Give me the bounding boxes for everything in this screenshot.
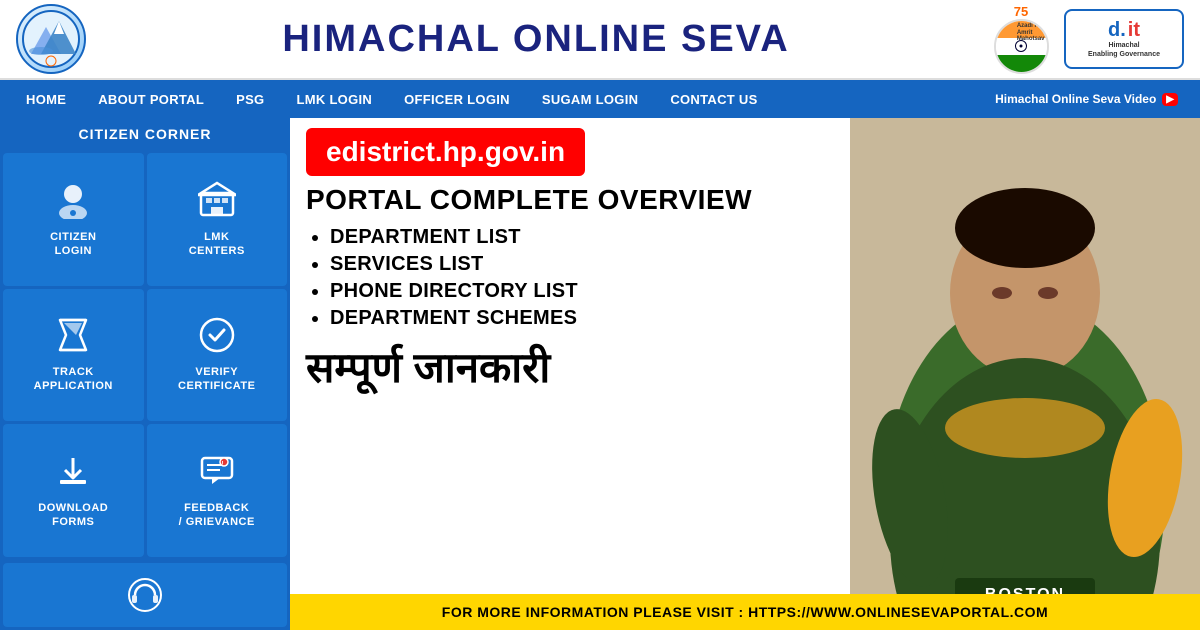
nav-home[interactable]: HOME (10, 80, 82, 118)
citizen-icon (54, 181, 92, 224)
main-content: CITIZEN CORNER CITIZENLOGIN (0, 118, 1200, 630)
track-application-label: TRACKAPPLICATION (34, 365, 113, 394)
download-forms-label: DOWNLOADFORMS (38, 501, 108, 530)
edistrict-banner[interactable]: edistrict.hp.gov.in (306, 128, 585, 176)
overview-list: DEPARTMENT LIST SERVICES LIST PHONE DIRE… (306, 226, 1184, 330)
verify-certificate-label: VERIFYCERTIFICATE (178, 365, 255, 394)
dit-logo: d. it HimachalEnabling Governance (1064, 9, 1184, 69)
track-app-icon (54, 316, 92, 359)
list-item-dept: DEPARTMENT LIST (330, 226, 1184, 249)
site-title: HIMACHAL ONLINE SEVA (86, 18, 986, 61)
sidebar-item-citizen-login[interactable]: CITIZENLOGIN (3, 153, 144, 286)
help-icon (127, 577, 163, 613)
nav-psg[interactable]: PSG (220, 80, 280, 118)
footer-banner[interactable]: FOR MORE INFORMATION PLEASE VISIT : HTTP… (290, 594, 1200, 630)
nav-lmk-login[interactable]: LMK LOGIN (280, 80, 388, 118)
youtube-icon: ▶ (1162, 93, 1178, 106)
list-item-schemes: DEPARTMENT SCHEMES (330, 307, 1184, 330)
sidebar-grid: CITIZENLOGIN LMKCENTERS (0, 150, 290, 560)
verify-cert-icon (198, 316, 236, 359)
nav-officer-login[interactable]: OFFICER LOGIN (388, 80, 526, 118)
sidebar-item-help[interactable] (3, 563, 287, 627)
nav-contact-us[interactable]: CONTACT US (654, 80, 773, 118)
list-item-phone: PHONE DIRECTORY LIST (330, 280, 1184, 303)
feedback-icon: ! (198, 452, 236, 495)
hp-logo (16, 4, 86, 74)
overview-title: PORTAL COMPLETE OVERVIEW (306, 184, 1184, 216)
nav-sugam-login[interactable]: SUGAM LOGIN (526, 80, 654, 118)
citizen-login-label: CITIZENLOGIN (50, 230, 96, 259)
download-forms-icon (54, 452, 92, 495)
sidebar: CITIZEN CORNER CITIZENLOGIN (0, 118, 290, 630)
lmk-centers-label: LMKCENTERS (189, 230, 245, 259)
hindi-sampoorna: सम्पूर्ण जानकारी (306, 338, 1184, 395)
nav-video-link[interactable]: Himachal Online Seva Video ▶ (983, 92, 1190, 106)
feedback-label: FEEDBACK/ GRIEVANCE (179, 501, 255, 530)
lmk-centers-icon (198, 181, 236, 224)
page-header: HIMACHAL ONLINE SEVA 75 Azadi KaAmritMah… (0, 0, 1200, 80)
citizen-corner-heading: CITIZEN CORNER (0, 118, 290, 150)
sidebar-item-feedback-grievance[interactable]: ! FEEDBACK/ GRIEVANCE (147, 424, 288, 557)
nav-video-label: Himachal Online Seva Video (995, 92, 1156, 106)
list-item-services: SERVICES LIST (330, 253, 1184, 276)
main-content-area: BOSTON edistrict.hp.gov.in PORTAL COMPLE… (290, 118, 1200, 630)
content-inner: edistrict.hp.gov.in PORTAL COMPLETE OVER… (290, 118, 1200, 405)
sidebar-item-track-application[interactable]: TRACKAPPLICATION (3, 289, 144, 422)
main-nav: HOME ABOUT PORTAL PSG LMK LOGIN OFFICER … (0, 80, 1200, 118)
sidebar-item-lmk-centers[interactable]: LMKCENTERS (147, 153, 288, 286)
sidebar-item-download-forms[interactable]: DOWNLOADFORMS (3, 424, 144, 557)
sidebar-item-verify-certificate[interactable]: VERIFYCERTIFICATE (147, 289, 288, 422)
header-badges: 75 Azadi KaAmritMahotsav d. it HimachalE… (986, 4, 1184, 74)
svg-text:!: ! (221, 461, 223, 467)
nav-about[interactable]: ABOUT PORTAL (82, 80, 220, 118)
